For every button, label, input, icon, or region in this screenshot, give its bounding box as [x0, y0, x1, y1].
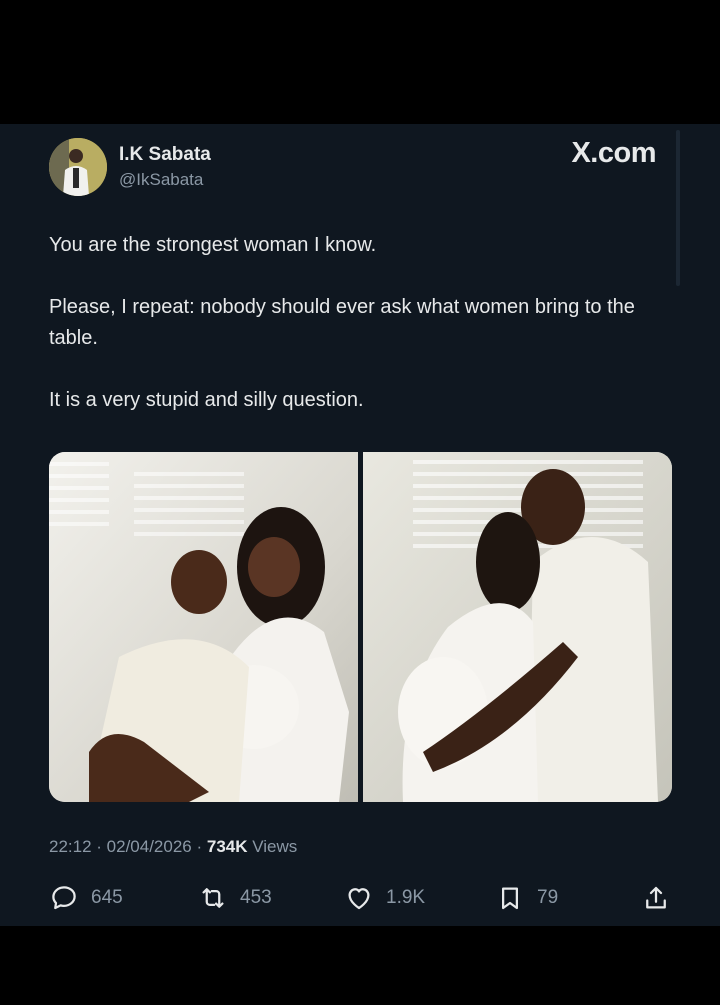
- tweet-paragraph: Please, I repeat: nobody should ever ask…: [49, 296, 635, 349]
- reply-count: 645: [91, 887, 123, 908]
- avatar[interactable]: [49, 138, 107, 196]
- tweet-time[interactable]: 22:12: [49, 837, 92, 856]
- media-grid: [49, 452, 672, 802]
- views-label: Views: [252, 837, 298, 856]
- tweet-date[interactable]: 02/04/2026: [107, 837, 192, 856]
- author-handle[interactable]: @IkSabata: [119, 170, 203, 190]
- views-count: 734K: [206, 837, 248, 856]
- tweet-paragraph: It is a very stupid and silly question.: [49, 389, 364, 411]
- bookmark-button[interactable]: 79: [495, 882, 558, 914]
- repost-button[interactable]: 453: [198, 882, 272, 914]
- avatar-image: [49, 138, 107, 196]
- source-logo: X.com: [571, 137, 656, 169]
- heart-icon: [348, 888, 370, 910]
- reply-button[interactable]: 645: [49, 882, 123, 914]
- photo-couple-kneeling[interactable]: [49, 452, 358, 802]
- scrollbar[interactable]: [676, 130, 680, 286]
- reply-icon: [52, 886, 76, 910]
- repost-count: 453: [240, 887, 272, 908]
- bookmark-count: 79: [537, 887, 559, 908]
- photo-couple-embracing[interactable]: [363, 452, 672, 802]
- separator-dot: ·: [191, 837, 207, 856]
- action-bar: 645 453 1.9K 79: [49, 882, 669, 914]
- separator-dot: ·: [91, 837, 107, 856]
- photo-image: [363, 452, 672, 802]
- share-icon: [646, 886, 666, 909]
- author-name[interactable]: I.K Sabata: [119, 144, 211, 166]
- like-count: 1.9K: [386, 887, 426, 908]
- tweet-meta: 22:12 · 02/04/2026 · 734K Views: [49, 837, 297, 857]
- photo-image: [49, 452, 358, 802]
- tweet-paragraph: You are the strongest woman I know.: [49, 234, 377, 256]
- tweet-text: You are the strongest woman I know. Plea…: [49, 230, 659, 416]
- like-button[interactable]: 1.9K: [344, 882, 425, 914]
- bookmark-icon: [502, 887, 518, 910]
- repost-icon: [202, 888, 224, 908]
- share-button[interactable]: [641, 882, 671, 914]
- tweet-card: I.K Sabata @IkSabata X.com You are the s…: [0, 124, 720, 926]
